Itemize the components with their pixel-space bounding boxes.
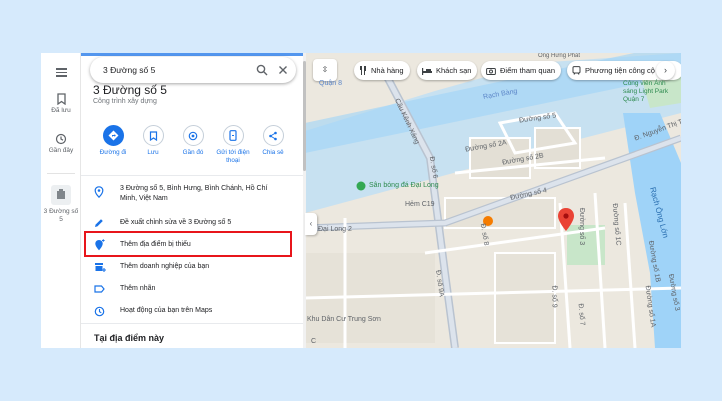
share-button[interactable]: Chia sẻ: [253, 125, 293, 157]
transit-icon: [572, 66, 581, 75]
map-label: Đường số 3: [578, 207, 586, 246]
map-label: C: [311, 338, 317, 345]
chip-hotels[interactable]: Khách sạn: [417, 61, 478, 80]
map-canvas[interactable]: ⇳ Nhà hàng Khách sạn Điểm tham quan Phươ…: [305, 53, 681, 348]
add-business-text: Thêm doanh nghiệp của bạn: [120, 263, 210, 270]
category-chips: Nhà hàng Khách sạn Điểm tham quan Phương…: [305, 61, 681, 81]
save-button[interactable]: Lưu: [133, 125, 173, 157]
map-label: Hẻm C19: [405, 201, 435, 208]
location-pin-icon: [94, 186, 104, 198]
save-label: Lưu: [147, 149, 159, 156]
history-icon: [94, 306, 105, 317]
place-title: 3 Đường số 5: [93, 83, 167, 97]
maps-activity-text: Hoạt động của bạn trên Maps: [120, 307, 213, 314]
chip-restaurants-label: Nhà hàng: [371, 66, 404, 75]
highlight-box: [84, 231, 292, 257]
map-label: Công viên Ánh sáng Light Park Quận 7: [623, 80, 669, 103]
panel-scrollbar[interactable]: [303, 53, 306, 348]
bookmark-icon: [56, 93, 66, 105]
chip-restaurants[interactable]: Nhà hàng: [354, 61, 410, 80]
directions-icon: [108, 130, 118, 141]
share-label: Chia sẻ: [262, 149, 284, 156]
close-icon[interactable]: [277, 64, 289, 76]
chip-attractions[interactable]: Điểm tham quan: [481, 61, 562, 80]
panel-divider: [81, 323, 305, 324]
rail-divider: [47, 173, 75, 174]
panel-divider: [81, 175, 305, 176]
place-category[interactable]: Công trình xây dựng: [93, 98, 157, 105]
chips-next-button[interactable]: ›: [656, 61, 675, 80]
search-icon[interactable]: [256, 64, 268, 76]
bookmark-icon: [149, 130, 157, 141]
send-to-phone-button[interactable]: Gửi tới điện thoại: [213, 125, 253, 165]
phone-icon: [229, 130, 237, 141]
map-label: Khu Dân Cư Trung Sơn: [307, 316, 381, 323]
menu-icon: [41, 68, 81, 77]
chip-hotels-label: Khách sạn: [436, 66, 472, 75]
add-label-text: Thêm nhãn: [120, 285, 156, 292]
directions-button[interactable]: Đường đi: [93, 125, 133, 157]
history-icon: [55, 133, 67, 145]
search-input[interactable]: 3 Đường số 5: [103, 65, 155, 75]
saved-label: Đã lưu: [51, 107, 71, 114]
map-label: Đ. số 9: [550, 285, 558, 308]
map-label: Ông Hưng Phát: [538, 53, 581, 59]
left-rail: Đã lưu Gần đây 3 Đường số 5: [41, 53, 81, 348]
recent-label: Gần đây: [48, 147, 74, 154]
restaurant-icon: [359, 66, 367, 75]
place-thumbnail: [51, 185, 71, 205]
label-icon: [94, 285, 105, 293]
map-label: Sân bóng đá Đại Long: [369, 182, 439, 189]
add-business-icon: [95, 263, 106, 272]
hotel-icon: [422, 67, 432, 75]
recent-button[interactable]: Gần đây: [41, 133, 81, 155]
saved-button[interactable]: Đã lưu: [41, 93, 81, 115]
nearby-label: Gần đó: [182, 149, 204, 156]
section-heading: Tại địa điểm này: [94, 333, 165, 343]
address-text: 3 Đường số 5, Bình Hưng, Bình Chánh, Hồ …: [120, 185, 268, 202]
directions-label: Đường đi: [99, 149, 127, 156]
share-icon: [269, 131, 277, 140]
nearby-icon: [188, 131, 198, 140]
menu-button[interactable]: [41, 66, 81, 79]
maps-window: Đã lưu Gần đây 3 Đường số 5 3 Đường số 5…: [41, 53, 681, 348]
chip-attractions-label: Điểm tham quan: [500, 66, 556, 75]
search-box[interactable]: 3 Đường số 5: [90, 57, 296, 83]
camera-icon: [486, 67, 496, 75]
edit-pencil-icon: [95, 219, 103, 227]
map-label: Quận 8: [319, 80, 342, 87]
map-label: Đại Long 2: [318, 226, 352, 233]
place-panel: 3 Đường số 5 3 Đường số 5 Công trình xây…: [81, 53, 305, 348]
chip-transit-label: Phương tiện công cộ: [585, 66, 655, 75]
recent-place-button[interactable]: 3 Đường số 5: [41, 185, 81, 224]
send-to-phone-label: Gửi tới điện thoại: [216, 149, 250, 164]
collapse-panel-button[interactable]: ‹: [305, 213, 317, 235]
action-buttons: Đường đi Lưu Gần đó Gửi tới điện thoại C…: [81, 125, 305, 173]
scrollbar-thumb[interactable]: [303, 61, 306, 171]
chevron-left-icon: ‹: [309, 219, 313, 228]
nearby-button[interactable]: Gần đó: [173, 125, 213, 157]
chevron-right-icon: ›: [664, 65, 667, 75]
recent-place-label: 3 Đường số 5: [43, 208, 79, 223]
panel-top-accent: [81, 53, 305, 56]
building-icon: [57, 189, 65, 199]
suggest-edit-text: Đề xuất chỉnh sửa về 3 Đường số 5: [120, 219, 232, 226]
